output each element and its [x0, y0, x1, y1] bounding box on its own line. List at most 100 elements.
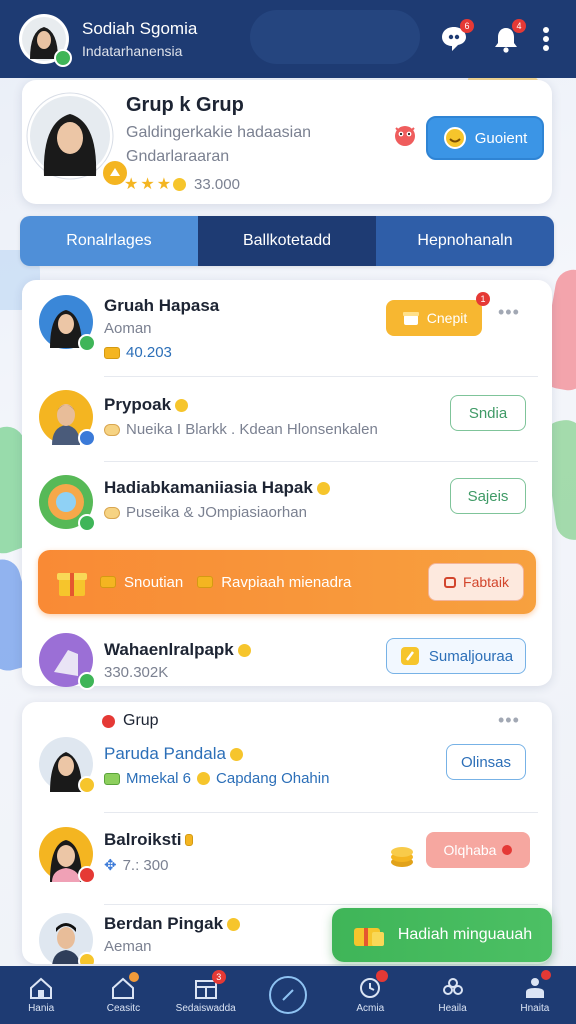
live-dot-icon	[102, 714, 115, 728]
banner-button-label: Fabtaik	[463, 574, 509, 590]
member-subtitle: ✥ 7.: 300	[104, 856, 168, 875]
emoji-badge-icon	[78, 776, 96, 794]
emoji-icon	[173, 177, 187, 191]
action-button[interactable]: Olinsas	[446, 744, 526, 780]
online-status-icon	[54, 49, 72, 67]
nav-explore[interactable]: Ceasitc	[82, 966, 164, 1024]
star-icon: ★	[124, 176, 139, 193]
emoji-icon	[197, 772, 211, 785]
nav-community[interactable]: Heaila	[411, 966, 493, 1024]
emoji-icon	[227, 917, 241, 931]
tab-third[interactable]: Hepnohanaln	[376, 216, 554, 266]
member-subtitle-text: Nueika I Blarkk . Kdean Hlonsenkalen	[126, 421, 378, 438]
user-avatar[interactable]	[18, 13, 72, 67]
flower-icon	[442, 978, 463, 995]
divider	[104, 812, 538, 813]
nav-dot-icon	[376, 970, 389, 982]
group-description-secondary: Gndarlaraaran	[126, 148, 230, 165]
nav-label: Hania	[28, 1003, 55, 1014]
coin-stack-icon	[197, 576, 214, 588]
emoji-icon	[237, 643, 251, 657]
chat-button[interactable]: 6	[432, 17, 476, 61]
note-icon	[400, 647, 419, 665]
nav-shop[interactable]: 3 Sedaiswadda	[165, 966, 247, 1024]
nav-activity[interactable]: Acmia	[329, 966, 411, 1024]
nav-dot-icon	[540, 970, 551, 980]
banner-button[interactable]: Fabtaik	[428, 563, 524, 601]
member-name-text: Berdan Pingak	[104, 914, 224, 933]
star-icon: ★	[156, 176, 172, 193]
section-header: Grup	[102, 712, 159, 730]
avatar	[38, 912, 96, 964]
tab-second[interactable]: Ballkotetadd	[198, 216, 376, 266]
action-button[interactable]: Sumaljouraa	[386, 638, 526, 674]
home-icon	[30, 977, 53, 999]
member-subtitle: Nueika I Blarkk . Kdean Hlonsenkalen	[104, 421, 378, 438]
nav-label: Heaila	[438, 1003, 467, 1014]
badge-icon	[78, 429, 96, 447]
list-item[interactable]: Balroiksti ✥ 7.: 300 Olqhaba	[22, 814, 552, 905]
action-button[interactable]: Sajeis	[450, 478, 526, 514]
badge-icon	[78, 672, 96, 690]
member-name-text: Hadiabkamaniiasia Hapak	[104, 478, 313, 497]
member-subtitle: Aeman	[104, 938, 152, 955]
member-subtitle-text-2: Capdang Ohahin	[216, 770, 330, 787]
nav-center-compass[interactable]	[247, 966, 329, 1024]
list-item[interactable]: Wahaenlralpapk 330.302K Sumaljouraa	[22, 624, 552, 690]
action-button-label: Cnepit	[426, 310, 468, 326]
section-title: Grup	[123, 712, 159, 729]
nav-home[interactable]: Hania	[0, 966, 82, 1024]
gift-icon	[402, 312, 419, 325]
avatar	[38, 826, 96, 884]
group-name: Grup k Grup	[126, 94, 244, 116]
reward-banner[interactable]: Snoutian Ravpiaah mienadra Fabtaik	[38, 550, 536, 614]
badge-icon	[78, 514, 96, 532]
chat-badge: 6	[460, 19, 474, 33]
action-button-label: Olqhaba	[443, 842, 497, 858]
list-item[interactable]: Gruah Hapasa Aoman 40.203 Cnepit 1 •••	[22, 280, 552, 377]
action-button[interactable]: Sndia	[450, 395, 526, 431]
list-item[interactable]: Prypoak Nueika I Blarkk . Kdean Hlonsenk…	[22, 377, 552, 462]
nav-label: Ceasitc	[106, 1003, 141, 1014]
app-bar: Sodiah Sgomia Indatarhanensia 6 4	[0, 0, 576, 78]
action-button[interactable]: Cnepit 1	[386, 292, 490, 336]
notifications-button[interactable]: 4	[484, 17, 528, 61]
verified-icon	[78, 334, 96, 352]
fab-label: Hadiah minguauah	[397, 926, 533, 943]
gift-icon	[57, 573, 87, 596]
member-name: Berdan Pingak	[104, 914, 241, 934]
avatar	[38, 474, 96, 532]
list-item[interactable]: Paruda Pandala Mmekal 6 Capdang Ohahin O…	[22, 730, 552, 814]
bread-icon	[104, 506, 120, 519]
more-dots-icon[interactable]: •••	[498, 710, 520, 731]
header-pill[interactable]	[250, 10, 420, 64]
monster-icon	[390, 120, 420, 155]
member-name: Paruda Pandala	[104, 744, 243, 764]
action-button[interactable]: Olqhaba	[426, 832, 530, 868]
reward-fab[interactable]: Hadiah minguauah	[332, 908, 552, 962]
avatar	[38, 294, 96, 352]
avatar	[38, 632, 96, 690]
amount-value: 40.203	[126, 344, 172, 361]
more-menu-button[interactable]	[534, 17, 558, 61]
more-dots-icon[interactable]: •••	[498, 302, 520, 323]
gift-card-icon	[353, 928, 384, 946]
member-subtitle-text: Mmekal 6	[126, 770, 192, 787]
group-description: Galdingerkakie hadaasian	[126, 124, 312, 141]
member-subtitle: Aoman	[104, 320, 152, 337]
member-subtitle: Puseika & JOmpiasiaorhan	[104, 504, 307, 521]
emoji-icon	[316, 481, 330, 495]
member-name: Gruah Hapasa	[104, 296, 220, 315]
tab-first[interactable]: Ronalrlages	[20, 216, 198, 266]
nav-label: Acmia	[356, 1003, 385, 1014]
action-button-label: Sumaljouraa	[428, 647, 514, 665]
banner-text-secondary: Ravpiaah mienadra	[221, 573, 352, 591]
nav-profile[interactable]: Hnaita	[494, 966, 576, 1024]
group-primary-button[interactable]: Guoient	[426, 116, 544, 160]
list-item[interactable]: Hadiabkamaniiasia Hapak Puseika & JOmpia…	[22, 462, 552, 548]
member-subtitle-text: Puseika & JOmpiasiaorhan	[126, 504, 307, 521]
nav-label: Hnaita	[520, 1003, 550, 1014]
notification-dot-icon	[502, 845, 513, 855]
emoji-icon	[175, 398, 189, 412]
member-name-text: Prypoak	[104, 395, 172, 414]
